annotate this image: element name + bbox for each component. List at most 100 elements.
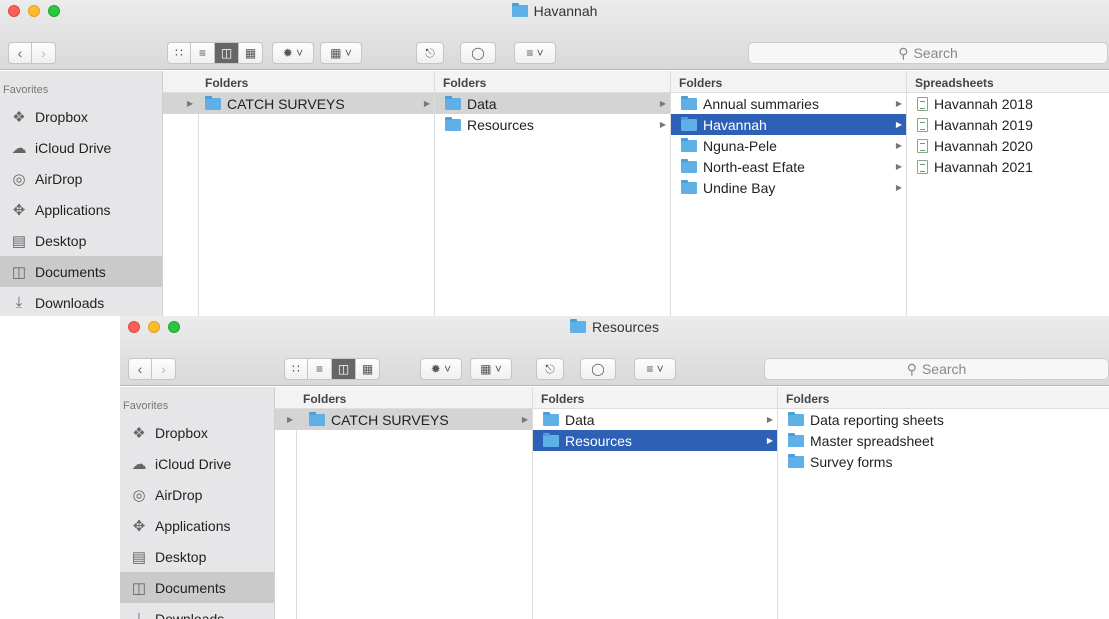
view-mode-group: ∷ ≡ ◫ ▦ [284,358,380,380]
share-button[interactable]: ⎋ [416,42,444,64]
arrange-grid-icon: ▦ ˅ [330,46,352,60]
airdrop-icon: ◎ [12,170,26,188]
chevron-right-icon: ▶ [895,99,902,108]
action-gear-button[interactable]: ✹ ˅ [420,358,462,380]
sidebar-item-downloads[interactable]: ⤓ Downloads [0,287,162,316]
tags-button[interactable]: ◯ [460,42,496,64]
action-gear-button[interactable]: ✹ ˅ [272,42,314,64]
gear-icon: ✹ ˅ [282,46,304,60]
folder-icon [445,95,461,110]
column-browser: Folders ▶ CATCH SURVEYS ▶ Folders Data ▶… [275,387,1109,619]
forward-button[interactable]: › [152,358,176,380]
sidebar-item-documents[interactable]: ◫ Documents [120,572,274,603]
folder-icon [681,116,697,131]
folder-icon [788,432,804,447]
sidebar-item-applications[interactable]: ✥ Applications [120,510,274,541]
folder-row-annual-summaries[interactable]: Annual summaries ▶ [671,93,906,114]
sidebar-item-airdrop[interactable]: ◎ AirDrop [120,479,274,510]
sidebar-item-icloud-drive[interactable]: ☁ iCloud Drive [120,448,274,479]
dropbox-icon: ❖ [12,108,26,126]
disclosure-arrow-icon: ▶ [287,415,294,424]
search-field[interactable]: ⚲ Search [748,42,1108,64]
chevron-right-icon: ▶ [895,120,902,129]
folder-row-nguna-pele[interactable]: Nguna-Pele ▶ [671,135,906,156]
folder-icon [788,453,804,468]
column-header: Folders [778,387,1109,409]
applications-icon: ✥ [132,517,146,535]
sidebar-item-dropbox[interactable]: ❖ Dropbox [120,417,274,448]
folder-row-catch-surveys[interactable]: ▶ CATCH SURVEYS ▶ [275,409,532,430]
sort-list-icon: ≡ ˅ [646,362,664,376]
arrange-button[interactable]: ▦ ˅ [320,42,362,64]
tags-button[interactable]: ◯ [580,358,616,380]
chevron-right-icon: ▶ [423,99,430,108]
column-2: Folders Data ▶ Resources ▶ [533,387,778,619]
folder-row-data[interactable]: Data ▶ [533,409,777,430]
folder-icon [788,411,804,426]
icon-view-button[interactable]: ∷ [284,358,308,380]
finder-window-havannah: Havannah ‹ › ∷ ≡ ◫ ▦ ✹ ˅ ▦ ˅ ⎋ ◯ ≡ ˅ ⚲ S… [0,0,1109,316]
folder-row-resources[interactable]: Resources ▶ [435,114,670,135]
view-mode-group: ∷ ≡ ◫ ▦ [167,42,263,64]
downloads-icon: ⤓ [135,610,143,619]
sort-button[interactable]: ≡ ˅ [634,358,676,380]
gear-icon: ✹ ˅ [430,362,452,376]
folder-row-havannah[interactable]: Havannah ▶ [671,114,906,135]
folder-row-survey-forms[interactable]: Survey forms [778,451,1109,472]
folder-row-undine-bay[interactable]: Undine Bay ▶ [671,177,906,198]
sidebar-item-icloud-drive[interactable]: ☁ iCloud Drive [0,132,162,163]
chevron-right-icon: ▶ [895,183,902,192]
chevron-right-icon: ▶ [659,120,666,129]
desktop-icon: ▤ [11,232,27,250]
arrange-button[interactable]: ▦ ˅ [470,358,512,380]
share-button[interactable]: ⎋ [536,358,564,380]
sidebar: Favorites ❖ Dropbox ☁ iCloud Drive ◎ Air… [0,71,163,316]
gallery-view-button[interactable]: ▦ [239,42,263,64]
spreadsheet-file-icon [917,159,928,174]
column-view-button[interactable]: ◫ [332,358,356,380]
folder-icon [681,137,697,152]
back-button[interactable]: ‹ [8,42,32,64]
sidebar-item-dropbox[interactable]: ❖ Dropbox [0,101,162,132]
file-row-havannah-2021[interactable]: Havannah 2021 [907,156,1109,177]
folder-row-data-reporting-sheets[interactable]: Data reporting sheets [778,409,1109,430]
sidebar-item-applications[interactable]: ✥ Applications [0,194,162,225]
sort-button[interactable]: ≡ ˅ [514,42,556,64]
back-forward-group: ‹ › [8,42,56,64]
column-header: Folders [435,71,670,93]
column-4: Spreadsheets Havannah 2018 Havannah 2019… [907,71,1109,316]
sidebar-item-documents[interactable]: ◫ Documents [0,256,162,287]
column-view-button[interactable]: ◫ [215,42,239,64]
search-field[interactable]: ⚲ Search [764,358,1109,380]
folder-row-master-spreadsheet[interactable]: Master spreadsheet [778,430,1109,451]
tag-icon: ◯ [471,46,485,60]
titlebar: Resources ‹ › ∷ ≡ ◫ ▦ ✹ ˅ ▦ ˅ ⎋ ◯ ≡ ˅ ⚲ [120,316,1109,386]
folder-icon [445,116,461,131]
column-stub [163,93,199,316]
folder-icon [543,411,559,426]
sidebar-item-airdrop[interactable]: ◎ AirDrop [0,163,162,194]
column-header: Folders [671,71,906,93]
file-row-havannah-2020[interactable]: Havannah 2020 [907,135,1109,156]
folder-row-data[interactable]: Data ▶ [435,93,670,114]
sidebar-item-desktop[interactable]: ▤ Desktop [0,225,162,256]
file-row-havannah-2018[interactable]: Havannah 2018 [907,93,1109,114]
folder-row-resources[interactable]: Resources ▶ [533,430,777,451]
cloud-icon: ☁ [131,455,147,473]
desktop-icon: ▤ [131,548,147,566]
folder-row-catch-surveys[interactable]: ▶ CATCH SURVEYS ▶ [163,93,434,114]
forward-button[interactable]: › [32,42,56,64]
sidebar-item-desktop[interactable]: ▤ Desktop [120,541,274,572]
icon-view-button[interactable]: ∷ [167,42,191,64]
column-stub [275,409,297,619]
spreadsheet-file-icon [917,138,928,153]
back-button[interactable]: ‹ [128,358,152,380]
file-row-havannah-2019[interactable]: Havannah 2019 [907,114,1109,135]
list-view-button[interactable]: ≡ [308,358,332,380]
gallery-view-button[interactable]: ▦ [356,358,380,380]
folder-row-north-east-efate[interactable]: North-east Efate ▶ [671,156,906,177]
column-1: Folders ▶ CATCH SURVEYS ▶ [163,71,435,316]
sidebar-item-downloads[interactable]: ⤓ Downloads [120,603,274,619]
folder-icon [681,95,697,110]
list-view-button[interactable]: ≡ [191,42,215,64]
